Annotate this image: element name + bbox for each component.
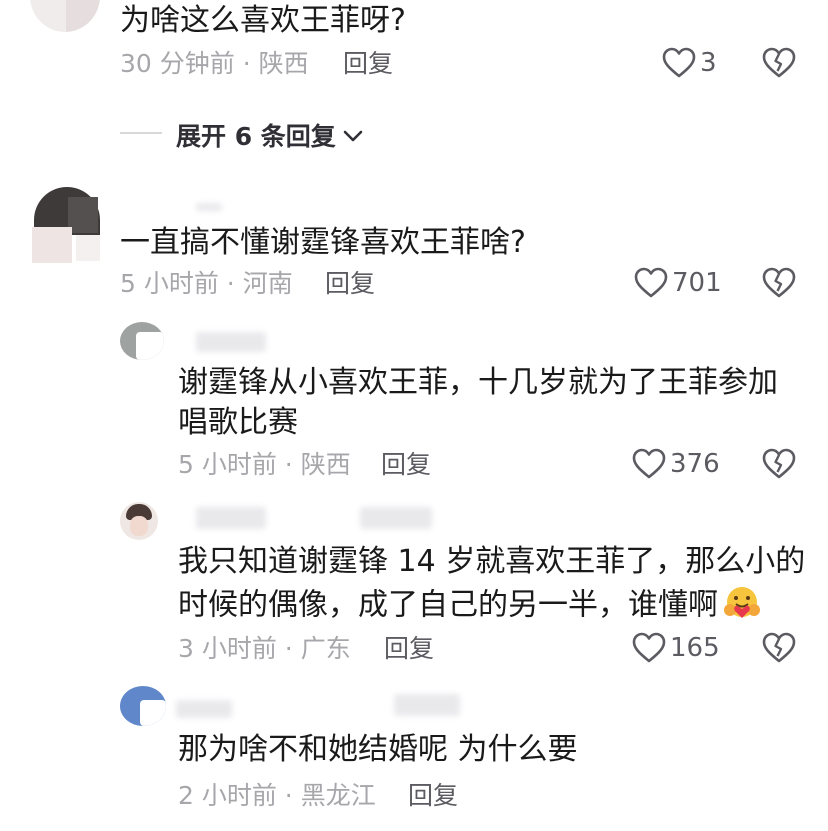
comment-text: 一直搞不懂谢霆锋喜欢王菲啥? [120,225,526,260]
broken-heart-icon [762,632,796,668]
broken-heart-icon [762,448,796,484]
like-count: 165 [670,633,720,663]
avatar[interactable] [120,686,166,726]
expand-replies-label: 展开 6 条回复 [176,122,336,151]
avatar[interactable] [32,183,100,263]
reply-text: 谢霆锋从小喜欢王菲，十几岁就为了王菲参加 [178,365,778,400]
blurred-username [360,507,432,529]
avatar[interactable] [30,0,100,32]
blurred-username [394,694,460,716]
reply-time-location: 3 小时前 · 广东 [178,634,351,663]
like-button[interactable]: 3 [662,47,717,79]
reply-text: 那为啥不和她结婚呢 为什么要 [178,733,578,767]
blurred-username [196,203,222,211]
heart-outline-icon [632,632,666,664]
dislike-button[interactable] [762,448,796,484]
comment-time-location: 30 分钟前 · 陕西 [120,49,309,78]
reply-text: 时候的偶像，成了自己的另一半，谁懂啊 [178,587,718,623]
reply-text: 我只知道谢霆锋 14 岁就喜欢王菲了，那么小的 [178,544,806,579]
hugging-face-emoji [722,584,762,628]
comment-text: 为啥这么喜欢王菲呀? [120,3,406,38]
reply-button[interactable]: 回复 [343,50,393,78]
like-button[interactable]: 376 [632,448,720,480]
blurred-username [196,332,266,352]
like-count: 376 [670,449,720,479]
like-count: 701 [672,268,722,298]
heart-outline-icon [662,47,696,79]
reply-text-line: 时候的偶像，成了自己的另一半，谁懂啊 [178,584,762,628]
dislike-button[interactable] [762,267,796,303]
reply-button[interactable]: 回复 [384,635,434,663]
reply-button[interactable]: 回复 [381,451,431,479]
broken-heart-icon [762,267,796,303]
reply-button[interactable]: 回复 [325,270,375,298]
broken-heart-icon [762,47,796,83]
chevron-down-icon [342,121,364,150]
reply-time-location: 5 小时前 · 陕西 [178,450,351,479]
blurred-username [176,700,232,718]
reply-button[interactable]: 回复 [408,782,458,810]
reply-time-location: 2 小时前 · 黑龙江 [178,781,376,810]
heart-outline-icon [634,267,668,299]
expand-divider [120,132,162,134]
comment-time-location: 5 小时前 · 河南 [120,269,293,298]
reply-text: 唱歌比赛 [178,405,298,440]
like-count: 3 [700,48,717,78]
dislike-button[interactable] [762,47,796,83]
expand-replies-button[interactable]: 展开 6 条回复 [176,117,364,153]
like-button[interactable]: 165 [632,632,720,664]
avatar[interactable] [120,502,158,540]
heart-outline-icon [632,448,666,480]
avatar[interactable] [120,322,164,360]
like-button[interactable]: 701 [634,267,722,299]
blurred-username [196,507,266,529]
dislike-button[interactable] [762,632,796,668]
